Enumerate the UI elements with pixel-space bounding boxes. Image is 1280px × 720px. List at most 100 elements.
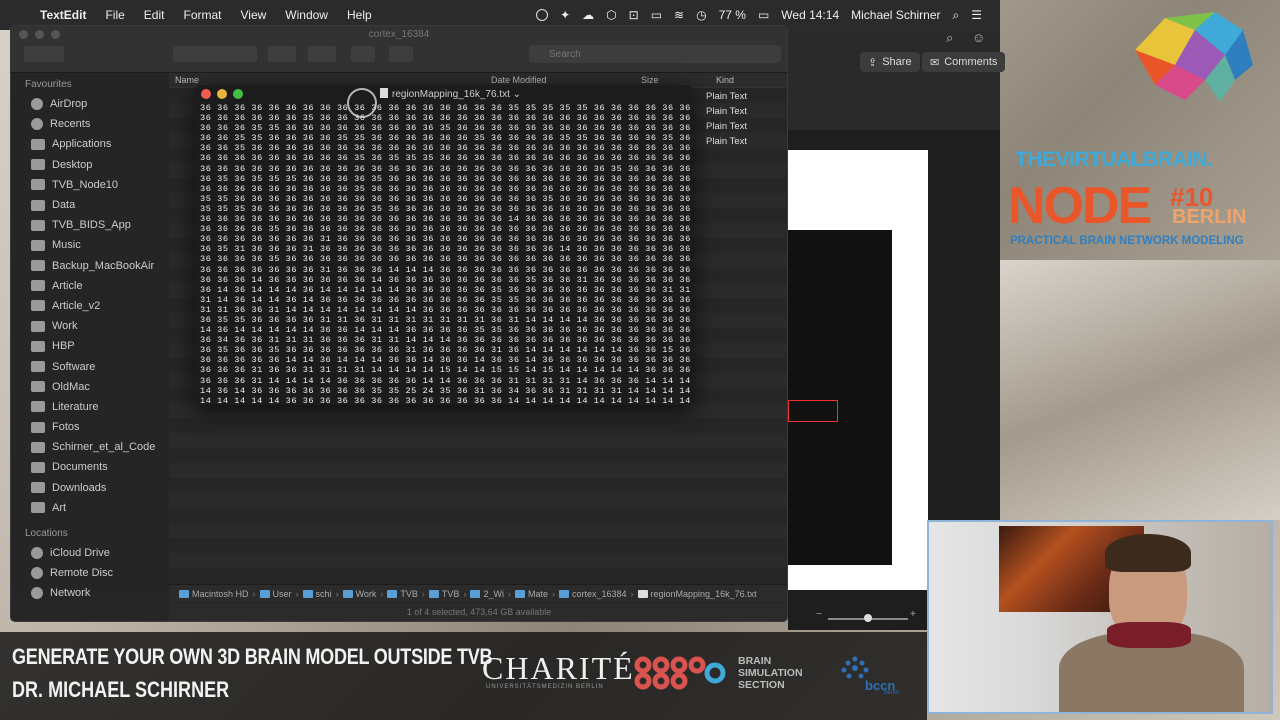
search-icon[interactable]: ⌕ [946,30,953,46]
sidebar-location-item[interactable]: iCloud Drive [11,543,169,563]
share-toolbar-button[interactable] [351,46,375,62]
file-kind[interactable]: Plain Text [706,119,747,134]
comments-button[interactable]: ✉ Comments [922,52,1006,72]
wifi-icon[interactable]: ≋ [674,8,684,22]
spotlight-icon[interactable]: ⌕ [953,8,960,23]
search-input[interactable] [529,45,781,63]
path-segment[interactable]: schi [302,589,332,599]
column-size[interactable]: Size [641,75,716,85]
tray-mask-icon[interactable]: ⬡ [606,8,616,22]
sidebar-item[interactable]: Applications [11,134,169,154]
list-row[interactable] [169,448,787,463]
path-segment[interactable]: Work [342,589,376,599]
menu-format[interactable]: Format [183,8,221,22]
quicklook-title[interactable]: regionMapping_16k_76.txt ⌄ [380,88,521,100]
menu-edit[interactable]: Edit [144,8,165,22]
sidebar-item[interactable]: Desktop [11,155,169,175]
list-row[interactable] [169,463,787,478]
path-segment[interactable]: User [259,589,292,599]
user-name[interactable]: Michael Schirner [851,8,940,22]
quicklook-title-text: regionMapping_16k_76.txt [392,89,510,100]
sidebar-item[interactable]: Schirner_et_al_Code [11,437,169,457]
zoom-in-icon[interactable]: + [910,609,916,620]
sidebar-item[interactable]: HBP [11,336,169,356]
menu-file[interactable]: File [105,8,124,22]
list-row[interactable] [169,478,787,493]
emoji-icon[interactable]: ☺ [972,30,985,45]
list-row[interactable] [169,538,787,553]
tray-app-icon[interactable]: ✦ [560,8,570,22]
sidebar-item[interactable]: Backup_MacBookAir [11,256,169,276]
path-segment[interactable]: Mate [514,589,548,599]
file-kind[interactable]: Plain Text [706,134,747,149]
sidebar-location-item[interactable]: Network [11,583,169,603]
battery-icon[interactable]: ▭ [758,8,769,22]
time-machine-icon[interactable]: ◷ [696,8,706,22]
tray-lock-icon[interactable]: ⊡ [629,8,639,22]
path-segment[interactable]: TVB [387,589,418,599]
menu-help[interactable]: Help [347,8,372,22]
list-row[interactable] [169,418,787,433]
path-segment[interactable]: TVB [428,589,459,599]
sidebar-item[interactable]: Software [11,356,169,376]
record-icon[interactable] [536,9,549,21]
list-row[interactable] [169,553,787,568]
sidebar-item[interactable]: Recents [11,114,169,134]
sidebar-item[interactable]: AirDrop [11,94,169,114]
list-row[interactable] [169,523,787,538]
zoom-thumb[interactable] [864,614,872,622]
back-forward-buttons[interactable] [24,46,64,62]
sidebar-item[interactable]: Literature [11,397,169,417]
sidebar-item[interactable]: Fotos [11,417,169,437]
list-row[interactable] [169,403,787,418]
tray-display-icon[interactable]: ▭ [651,8,662,22]
sidebar-item[interactable]: TVB_Node10 [11,175,169,195]
list-row[interactable] [169,493,787,508]
tray-cloud-icon[interactable]: ☁ [582,8,594,22]
group-button[interactable] [268,46,296,62]
menu-app-name[interactable]: TextEdit [40,8,86,22]
menu-view[interactable]: View [241,8,267,22]
file-kind[interactable]: Plain Text [706,89,747,104]
content-line: 31 14 36 14 14 36 14 36 36 36 36 36 36 3… [200,294,690,305]
list-row[interactable] [169,433,787,448]
column-kind[interactable]: Kind [716,75,786,85]
tag-button[interactable] [389,46,413,62]
quicklook-close-button[interactable] [201,89,211,99]
share-button[interactable]: ⇪ Share [860,52,920,72]
sidebar-item[interactable]: Work [11,316,169,336]
menu-window[interactable]: Window [285,8,328,22]
content-line: 36 36 36 14 36 36 36 36 36 36 14 36 36 3… [200,274,690,285]
quicklook-zoom-button[interactable] [233,89,243,99]
sidebar-item[interactable]: OldMac [11,377,169,397]
path-separator: › [295,588,299,599]
sidebar-item[interactable]: Article_v2 [11,296,169,316]
notification-center-icon[interactable]: ☰ [971,8,982,22]
content-line: 36 36 36 31 36 36 31 31 31 31 14 14 14 1… [200,365,690,376]
view-mode-buttons[interactable] [173,46,257,62]
sidebar-item[interactable]: Downloads [11,478,169,498]
list-row[interactable] [169,508,787,523]
column-name[interactable]: Name [169,75,491,85]
clock[interactable]: Wed 14:14 [781,8,839,22]
sidebar-item[interactable]: Music [11,235,169,255]
path-segment[interactable]: cortex_16384 [558,589,627,599]
folder-icon [31,280,45,292]
path-segment[interactable]: 2_Wi [470,589,504,599]
sidebar-item[interactable]: Article [11,276,169,296]
sidebar-location-item[interactable]: Remote Disc [11,563,169,583]
quicklook-minimize-button[interactable] [217,89,227,99]
action-button[interactable] [308,46,336,62]
zoom-out-icon[interactable]: − [816,609,822,620]
list-row[interactable] [169,568,787,583]
file-kind[interactable]: Plain Text [706,104,747,119]
sidebar-item[interactable]: Data [11,195,169,215]
path-segment[interactable]: Macintosh HD [179,589,249,599]
zoom-slider[interactable]: − + [788,609,928,626]
sidebar-item[interactable]: Documents [11,457,169,477]
content-line: 36 34 36 36 31 31 31 36 36 36 31 31 14 1… [200,335,690,346]
path-segment[interactable]: regionMapping_16k_76.txt [637,589,757,599]
sidebar-item[interactable]: TVB_BIDS_App [11,215,169,235]
column-date-modified[interactable]: Date Modified [491,75,641,85]
sidebar-item[interactable]: Art [11,498,169,518]
